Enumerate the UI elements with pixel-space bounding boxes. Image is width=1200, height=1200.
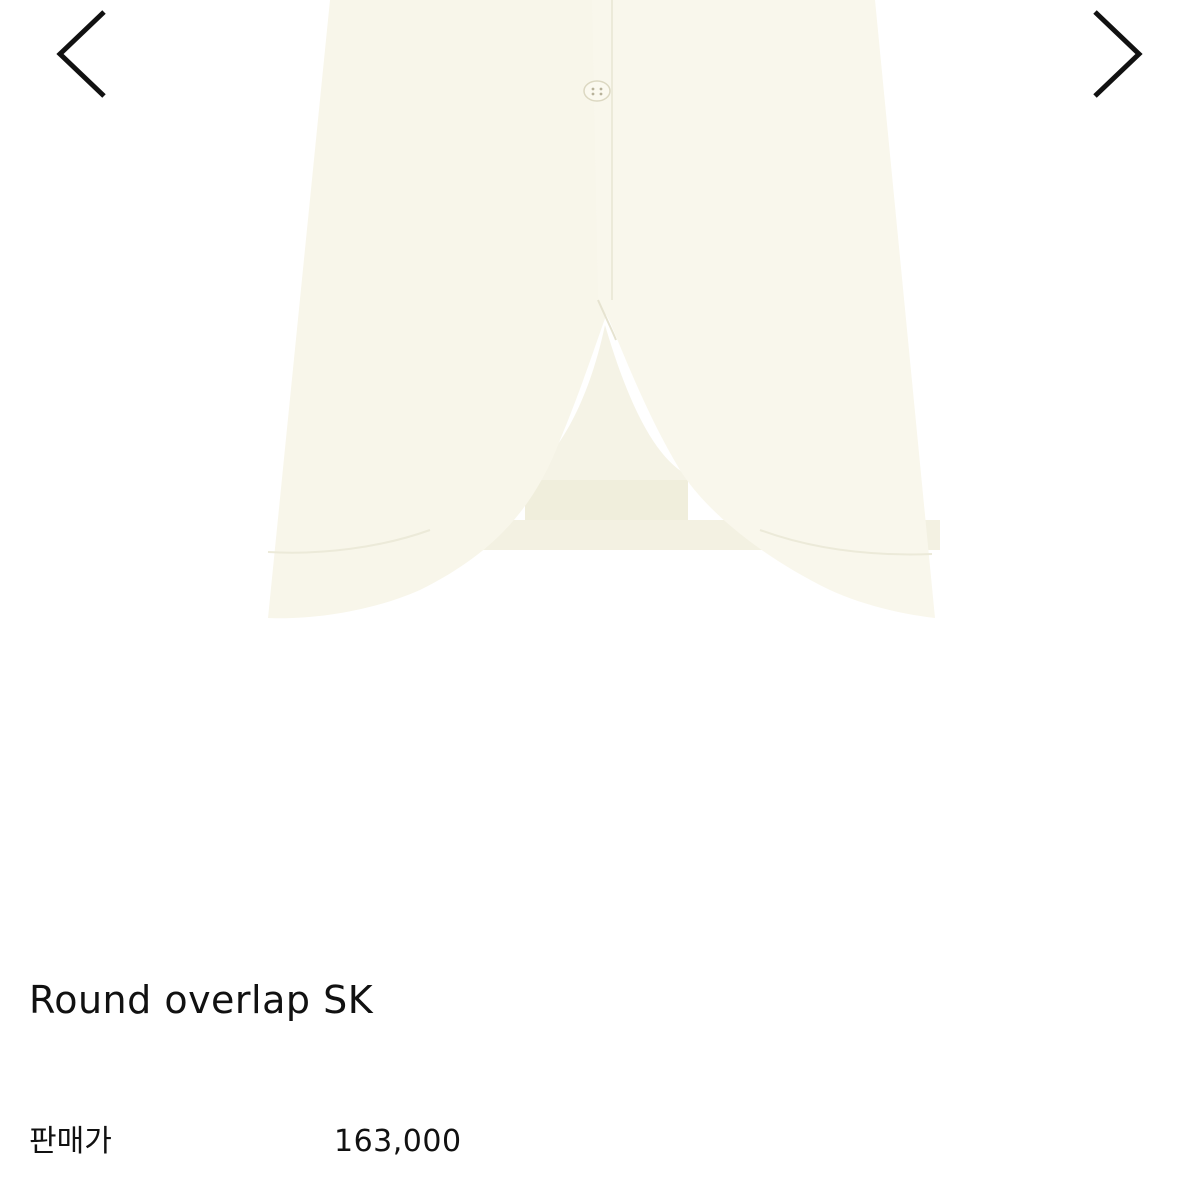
price-label: 판매가 [29,1124,112,1159]
price-row: 판매가 163,000 [29,1118,629,1166]
skirt-button [583,80,611,102]
gallery-prev-button[interactable] [40,0,160,120]
skirt-lining-band [525,478,688,520]
chevron-right-icon [1093,10,1143,98]
gallery-next-button[interactable] [1065,0,1185,120]
product-gallery [0,0,1200,920]
price-value: 163,000 [334,1124,462,1159]
chevron-left-icon [56,10,106,98]
product-title: Round overlap SK [29,978,374,1022]
product-image [267,0,940,619]
